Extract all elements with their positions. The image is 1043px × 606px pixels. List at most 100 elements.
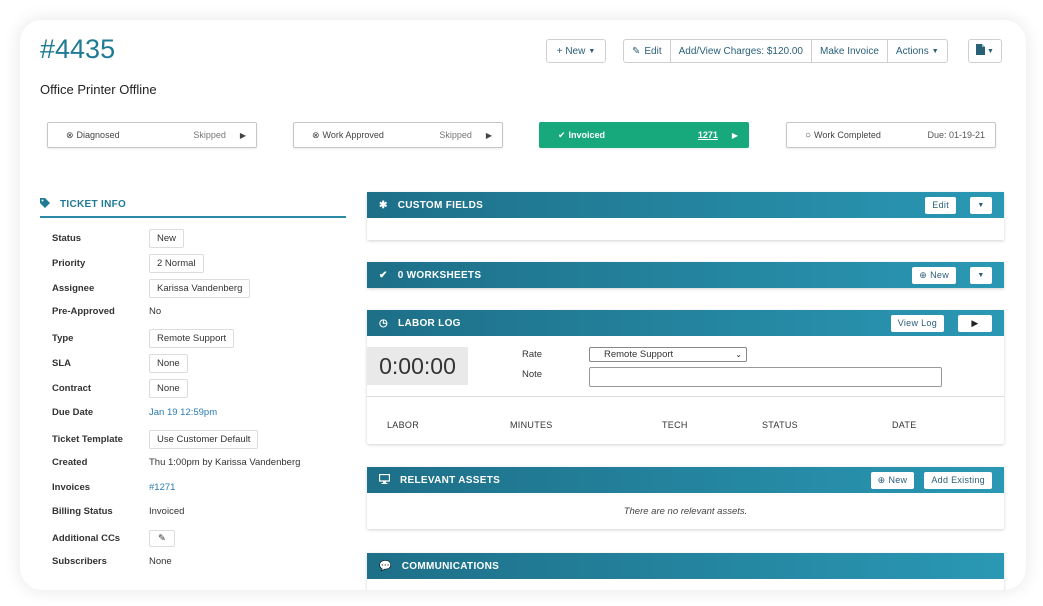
created-value: Thu 1:00pm by Karissa Vandenberg — [149, 456, 301, 468]
custom-fields-panel: ✱ CUSTOM FIELDS Edit ▼ — [367, 192, 1004, 240]
due-date-value[interactable]: Jan 19 12:59pm — [149, 407, 217, 418]
stage-invoiced[interactable]: ✔ Invoiced 1271 ▶ — [539, 122, 749, 148]
worksheets-dropdown-button[interactable]: ▼ — [970, 266, 992, 284]
stage-work-completed[interactable]: ○ Work Completed Due: 01-19-21 — [786, 122, 996, 148]
info-label: Additional CCs — [52, 532, 121, 544]
stage-label: Invoiced — [568, 130, 606, 140]
info-row-status: Status New — [52, 227, 352, 249]
info-row-subscribers: Subscribers None — [52, 550, 352, 572]
column-header-minutes: MINUTES — [510, 420, 553, 430]
ticket-info-title: TICKET INFO — [60, 198, 127, 210]
view-log-button[interactable]: View Log — [890, 314, 944, 332]
info-row-pre-approved: Pre-Approved No — [52, 300, 352, 322]
caret-down-icon: ▼ — [977, 201, 985, 209]
info-label: Contract — [52, 382, 92, 394]
communications-panel: 💬 COMMUNICATIONS — [367, 553, 1004, 590]
column-header-status: STATUS — [762, 420, 798, 430]
make-invoice-label: Make Invoice — [819, 45, 879, 57]
status-value[interactable]: New — [149, 228, 185, 248]
divider — [367, 396, 1004, 397]
assets-new-button[interactable]: ⊕ New — [870, 471, 915, 489]
stage-diagnosed[interactable]: ⊗ Diagnosed Skipped ▶ — [47, 122, 257, 148]
worksheets-new-button[interactable]: ⊕ New — [912, 266, 956, 284]
custom-fields-dropdown-button[interactable]: ▼ — [970, 196, 992, 214]
worksheets-title: 0 WORKSHEETS — [397, 269, 482, 281]
info-row-type: Type Remote Support — [52, 327, 352, 349]
pencil-icon: ✎ — [632, 45, 641, 57]
ticket-subject: Office Printer Offline — [40, 82, 157, 97]
caret-right-icon: ▶ — [731, 130, 738, 140]
sla-value[interactable]: None — [149, 353, 188, 373]
info-label: Invoices — [52, 481, 91, 493]
invoice-link[interactable]: #1271 — [149, 482, 175, 493]
circle-icon: ○ — [805, 129, 812, 141]
assets-new-label: New — [888, 475, 908, 485]
ticket-window: #4435 Office Printer Offline + New ▼ ✎ E… — [20, 20, 1026, 590]
x-circle-icon: ⊗ — [312, 129, 320, 140]
stage-value[interactable]: 1271 — [698, 130, 718, 140]
column-header-tech: TECH — [662, 420, 688, 430]
info-label: Type — [52, 332, 74, 344]
check-icon: ✔ — [379, 269, 388, 281]
info-label: Pre-Approved — [52, 305, 115, 317]
column-header-labor: LABOR — [387, 420, 420, 430]
priority-value[interactable]: 2 Normal — [149, 253, 204, 273]
new-button[interactable]: + New ▼ — [546, 39, 606, 63]
contract-value[interactable]: None — [149, 378, 188, 398]
info-row-invoices: Invoices #1271 — [52, 476, 352, 498]
caret-right-icon: ▶ — [239, 130, 246, 140]
info-label: SLA — [52, 357, 71, 369]
timer-display: 0:00:00 — [367, 347, 468, 385]
plus-circle-icon: ⊕ — [877, 474, 886, 485]
info-row-ticket-template: Ticket Template Use Customer Default — [52, 428, 352, 450]
caret-down-icon: ▼ — [977, 271, 985, 279]
edit-button[interactable]: ✎ Edit — [624, 40, 671, 62]
info-row-priority: Priority 2 Normal — [52, 252, 352, 274]
stage-value: Skipped — [439, 130, 472, 140]
make-invoice-button[interactable]: Make Invoice — [812, 40, 888, 62]
edit-ccs-button[interactable]: ✎ — [149, 529, 175, 547]
chevron-down-icon: ▼ — [931, 47, 939, 55]
worksheets-header: ✔ 0 WORKSHEETS ⊕ New ▼ — [367, 262, 1004, 288]
labor-log-panel: ◷ LABOR LOG View Log ▶ 0:00:00 Rate Remo… — [367, 310, 1004, 444]
info-row-due-date: Due Date Jan 19 12:59pm — [52, 401, 352, 423]
relevant-assets-panel: RELEVANT ASSETS ⊕ New Add Existing There… — [367, 467, 1004, 529]
info-label: Billing Status — [52, 505, 113, 517]
info-label: Priority — [52, 257, 86, 269]
new-button-label: + New — [556, 45, 586, 57]
pencil-icon: ✎ — [158, 532, 166, 544]
note-input[interactable] — [589, 367, 942, 387]
ticket-template-value[interactable]: Use Customer Default — [149, 429, 259, 449]
pre-approved-value: No — [149, 305, 162, 317]
relevant-assets-title: RELEVANT ASSETS — [400, 474, 501, 486]
billing-status-value: Invoiced — [149, 505, 185, 517]
type-value[interactable]: Remote Support — [149, 328, 235, 348]
custom-fields-header: ✱ CUSTOM FIELDS Edit ▼ — [367, 192, 1004, 218]
ticket-info-header: TICKET INFO — [40, 192, 346, 218]
info-label: Due Date — [52, 406, 94, 418]
info-label: Ticket Template — [52, 433, 123, 445]
no-assets-message: There are no relevant assets. — [623, 505, 748, 517]
worksheets-new-label: New — [930, 270, 949, 280]
assignee-value[interactable]: Karissa Vandenberg — [149, 278, 251, 298]
pdf-button[interactable]: ▼ — [968, 39, 1002, 63]
info-row-sla: SLA None — [52, 352, 352, 374]
rate-select[interactable]: Remote Support ⌄ — [589, 347, 747, 362]
start-timer-button[interactable]: ▶ — [958, 314, 992, 332]
custom-fields-edit-button[interactable]: Edit — [925, 196, 956, 214]
labor-log-body: 0:00:00 Rate Remote Support ⌄ Note LABOR… — [367, 336, 1004, 444]
actions-button[interactable]: Actions ▼ — [888, 40, 947, 62]
subscribers-value: None — [149, 555, 172, 567]
gear-icon: ✱ — [379, 199, 388, 211]
worksheets-panel: ✔ 0 WORKSHEETS ⊕ New ▼ — [367, 262, 1004, 288]
labor-log-header: ◷ LABOR LOG View Log ▶ — [367, 310, 1004, 336]
charges-button[interactable]: Add/View Charges: $120.00 — [671, 40, 812, 62]
labor-log-title: LABOR LOG — [398, 317, 461, 329]
play-icon: ▶ — [971, 317, 979, 328]
actions-label: Actions — [895, 45, 929, 57]
add-existing-button[interactable]: Add Existing — [924, 471, 992, 489]
chevron-down-icon: ▼ — [588, 47, 596, 55]
monitor-icon — [378, 473, 391, 487]
stage-work-approved[interactable]: ⊗ Work Approved Skipped ▶ — [293, 122, 503, 148]
check-circle-icon: ✔ — [558, 129, 566, 140]
